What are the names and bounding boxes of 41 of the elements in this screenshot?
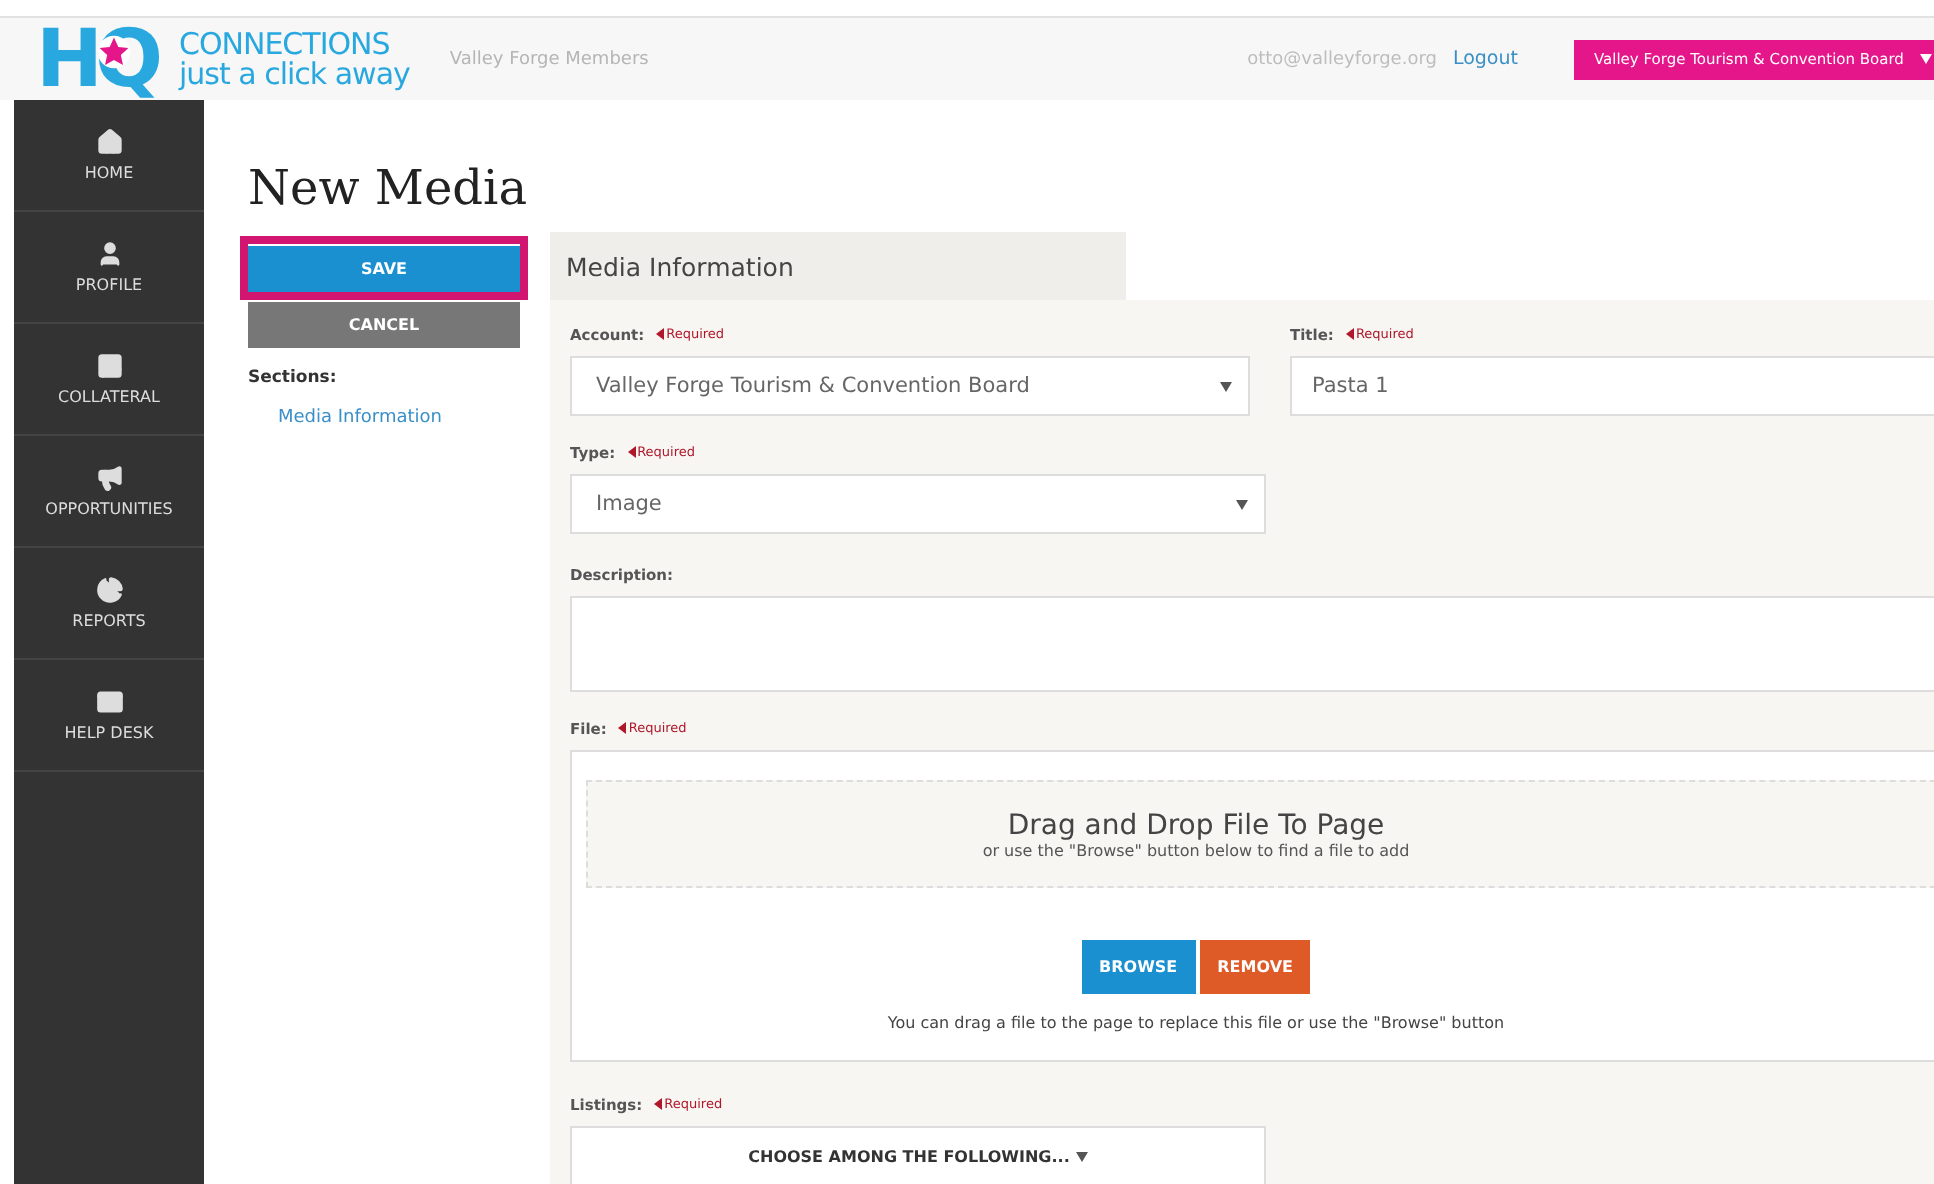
drop-hint: or use the "Browse" button below to find a file to add (982, 841, 1410, 859)
required-arrow-icon (654, 1098, 663, 1110)
required-arrow-icon (1345, 328, 1354, 340)
megaphone-icon (95, 464, 123, 492)
sidebar-item[interactable]: REPORTS (14, 548, 204, 660)
sidebar-item[interactable]: HOME (14, 100, 204, 212)
home-icon (95, 128, 123, 156)
site-name: Valley Forge Members (449, 49, 649, 69)
remove-button[interactable]: REMOVE (1199, 940, 1311, 994)
drop-zone[interactable]: Drag and Drop File To Page or use the "Browse" button below to find a file to add (586, 780, 1934, 888)
pie-chart-icon (95, 576, 123, 604)
user-email: otto@valleyforge.org (1247, 49, 1437, 69)
required-arrow-icon (618, 722, 627, 734)
description-field[interactable] (570, 596, 1934, 692)
section-tab[interactable]: Media Information (550, 232, 1126, 300)
sidebar-item[interactable]: PROFILE (14, 212, 204, 324)
sections-label: Sections: (248, 368, 339, 388)
tagline: just a click away (178, 59, 410, 89)
caret-icon (1919, 54, 1932, 64)
caret-icon (1236, 499, 1248, 509)
logout-link[interactable]: Logout (1452, 48, 1518, 70)
browse-button[interactable]: BROWSE (1081, 940, 1196, 994)
required-arrow-icon (627, 446, 636, 458)
sidebar-item[interactable]: COLLATERAL (14, 324, 204, 436)
section-link[interactable]: Media Information (278, 408, 550, 428)
type-select[interactable]: Image (570, 474, 1266, 534)
tagline: CONNECTIONS (178, 29, 392, 59)
file-note: You can drag a file to the page to replace this file or use the "Browse" button (885, 1014, 1507, 1032)
required-arrow-icon (656, 328, 665, 340)
cancel-button[interactable]: CANCEL (248, 302, 520, 348)
account-select[interactable]: Valley Forge Tourism & Convention Board (570, 356, 1250, 416)
listings-dropdown[interactable]: CHOOSE AMONG THE FOLLOWING... (570, 1126, 1266, 1184)
page-title: New Media (248, 160, 529, 216)
title-field[interactable]: Pasta 1 (1290, 356, 1934, 416)
caret-icon (1220, 381, 1232, 391)
drop-title: Drag and Drop File To Page (1007, 809, 1385, 841)
caret-icon (1075, 1151, 1088, 1161)
save-button[interactable]: SAVE (248, 246, 520, 292)
sidebar-item[interactable]: HELP DESK (14, 660, 204, 772)
sidebar-item[interactable]: OPPORTUNITIES (14, 436, 204, 548)
user-icon (95, 240, 123, 268)
